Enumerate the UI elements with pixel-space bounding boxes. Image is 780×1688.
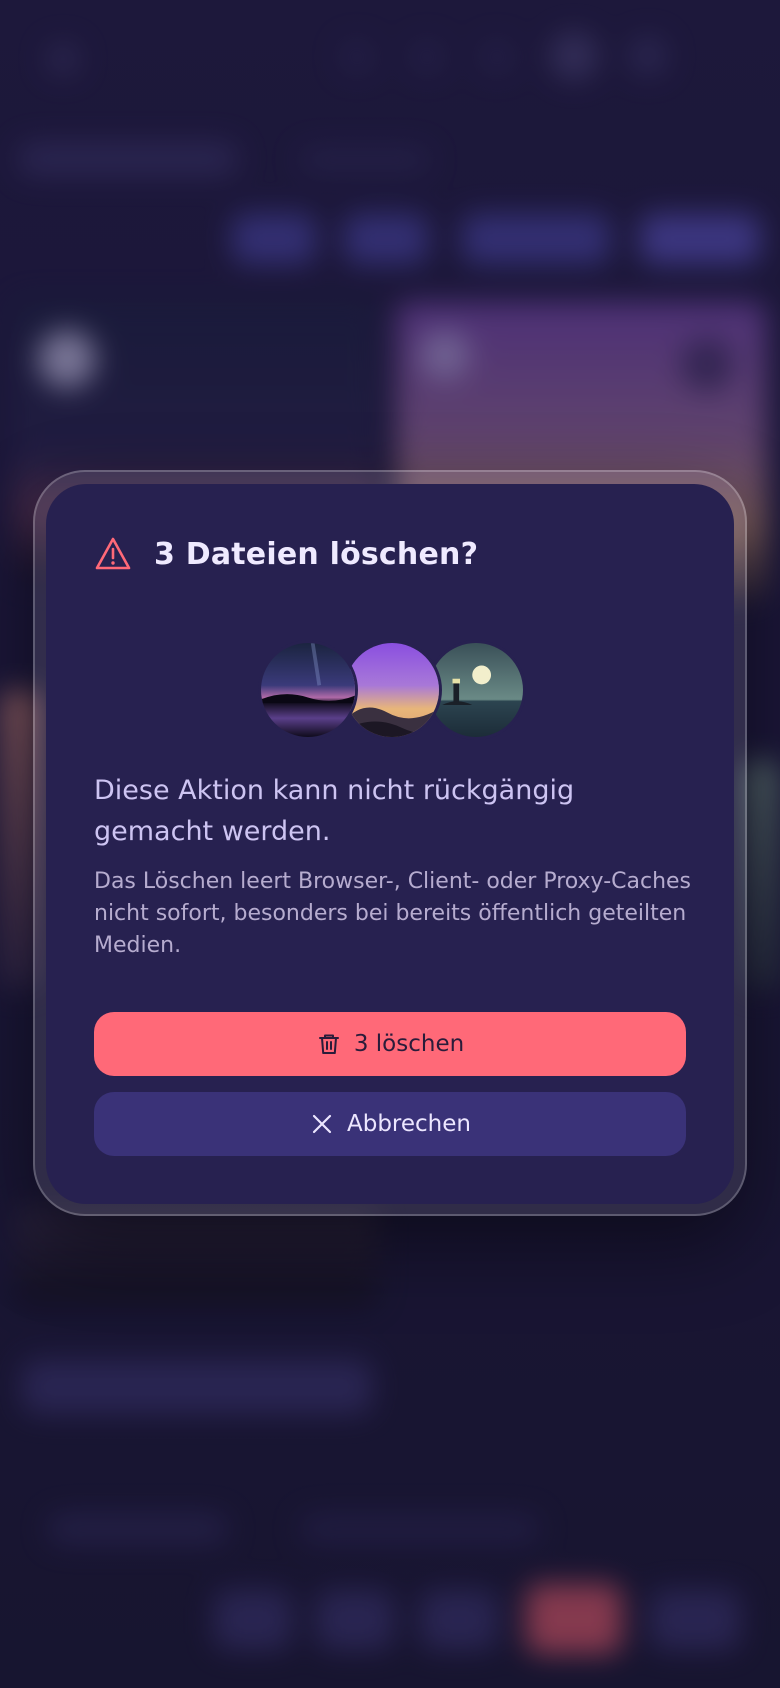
- close-icon: [309, 1111, 335, 1137]
- trash-icon: [316, 1031, 342, 1057]
- cancel-label: Abbrechen: [347, 1111, 471, 1137]
- dialog-header: 3 Dateien löschen?: [94, 536, 478, 572]
- night-lake-thumbnail: [258, 640, 358, 740]
- confirm-delete-button[interactable]: 3 löschen: [94, 1012, 686, 1076]
- warning-triangle-icon: [94, 536, 132, 572]
- app-screen: 3 Dateien löschen? Diese Aktion kann nic…: [0, 0, 780, 1688]
- dialog-detail: Das Löschen leert Browser-, Client- oder…: [94, 869, 692, 958]
- confirm-delete-label: 3 löschen: [353, 1031, 465, 1057]
- cancel-button[interactable]: Abbrechen: [94, 1092, 686, 1156]
- dialog-message: Diese Aktion kann nicht rückgängig gemac…: [94, 775, 575, 847]
- file-thumbnails: [258, 640, 528, 740]
- delete-confirmation-dialog: 3 Dateien löschen? Diese Aktion kann nic…: [46, 484, 734, 1204]
- dialog-title: 3 Dateien löschen?: [154, 536, 479, 572]
